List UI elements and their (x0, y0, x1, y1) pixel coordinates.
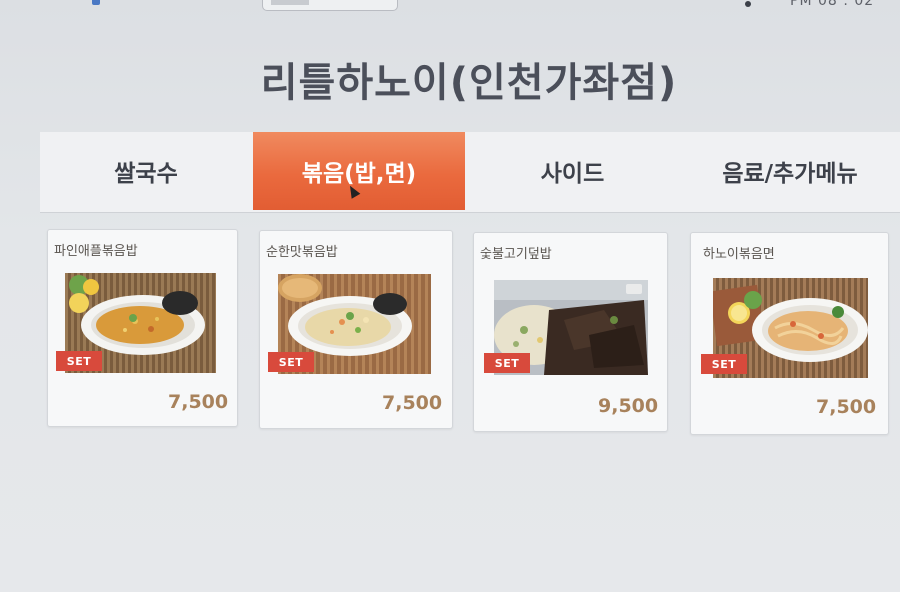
top-input-field[interactable] (262, 0, 398, 11)
status-indicator-icon (92, 0, 100, 5)
set-badge: SET (701, 354, 747, 374)
menu-item-name: 하노이볶음면 (703, 247, 775, 262)
clock-display: PM 08 : 02 (790, 0, 875, 9)
menu-item-price: 7,500 (382, 392, 443, 414)
category-tab-bar: 쌀국수 볶음(밥,면) 사이드 음료/추가메뉴 (40, 132, 900, 213)
menu-item-price: 7,500 (816, 396, 877, 418)
menu-item-name: 숯불고기덮밥 (480, 247, 552, 262)
tab-rice-noodle-soup[interactable]: 쌀국수 (40, 132, 252, 210)
tab-fried-rice-noodles[interactable]: 볶음(밥,면) (253, 132, 465, 210)
menu-item-price: 7,500 (168, 391, 229, 413)
menu-item-name: 순한맛볶음밥 (266, 245, 338, 260)
menu-card-charcoal-beef-rice-bowl[interactable]: 숯불고기덮밥 SET 9,500 (473, 232, 668, 432)
set-badge: SET (56, 351, 102, 371)
menu-card-hanoi-fried-noodles[interactable]: 하노이볶음면 SET 7,500 (690, 232, 889, 435)
tab-drinks-extras[interactable]: 음료/추가메뉴 (680, 132, 900, 210)
store-title: 리틀하노이(인천가좌점) (260, 60, 678, 106)
notification-dot-icon (745, 1, 751, 7)
tab-sides[interactable]: 사이드 (465, 132, 680, 210)
menu-item-price: 9,500 (598, 395, 659, 417)
set-badge: SET (484, 353, 530, 373)
menu-card-mild-fried-rice[interactable]: 순한맛볶음밥 SET 7,500 (259, 230, 453, 429)
set-badge: SET (268, 352, 314, 372)
status-strip: PM 08 : 02 (0, 0, 900, 16)
menu-item-name: 파인애플볶음밥 (54, 244, 138, 259)
menu-card-pineapple-fried-rice[interactable]: 파인애플볶음밥 SET 7,500 (47, 229, 238, 427)
